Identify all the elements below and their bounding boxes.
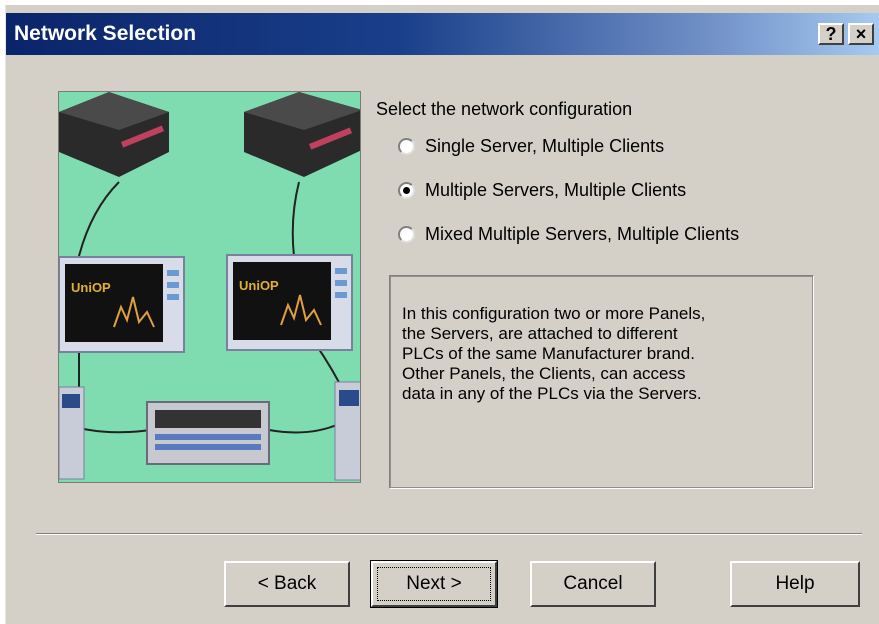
- radio-button[interactable]: [398, 225, 415, 243]
- option-label: Multiple Servers, Multiple Clients: [425, 179, 687, 200]
- close-icon[interactable]: ×: [848, 23, 874, 45]
- back-button[interactable]: < Back: [224, 561, 350, 607]
- option-mixed-multiple-servers[interactable]: Mixed Multiple Servers, Multiple Clients: [398, 221, 739, 247]
- radio-button-selected[interactable]: [398, 181, 415, 199]
- description-text: In this configuration two or more Panels…: [402, 304, 802, 404]
- title-bar: Network Selection ? ×: [6, 13, 879, 55]
- option-label: Single Server, Multiple Clients: [425, 135, 665, 156]
- config-prompt-label: Select the network configuration: [376, 99, 633, 119]
- description-line: data in any of the PLCs via the Servers.: [402, 384, 702, 403]
- option-label: Mixed Multiple Servers, Multiple Clients: [425, 223, 740, 244]
- description-box: In this configuration two or more Panels…: [389, 275, 814, 489]
- help-button[interactable]: Help: [730, 561, 860, 607]
- window-title: Network Selection: [14, 22, 197, 45]
- option-single-server[interactable]: Single Server, Multiple Clients: [398, 133, 664, 159]
- footer-separator: [36, 533, 862, 535]
- panel-screen-text-right: UniOP: [239, 278, 279, 293]
- description-line: the Servers, are attached to different: [402, 324, 678, 343]
- cancel-button[interactable]: Cancel: [530, 561, 656, 607]
- option-multiple-servers[interactable]: Multiple Servers, Multiple Clients: [398, 177, 686, 203]
- description-line: PLCs of the same Manufacturer brand.: [402, 344, 695, 363]
- description-line: Other Panels, the Clients, can access: [402, 364, 686, 383]
- description-line: In this configuration two or more Panels…: [402, 304, 706, 323]
- network-selection-dialog: Network Selection ? × UniOP UniOP Select…: [5, 5, 879, 624]
- radio-button[interactable]: [398, 137, 415, 155]
- network-illustration: UniOP UniOP: [58, 91, 361, 483]
- network-diagram-image: UniOP UniOP: [59, 92, 360, 481]
- next-button[interactable]: Next >: [370, 560, 498, 608]
- panel-screen-text-left: UniOP: [71, 280, 111, 295]
- help-icon[interactable]: ?: [818, 23, 844, 45]
